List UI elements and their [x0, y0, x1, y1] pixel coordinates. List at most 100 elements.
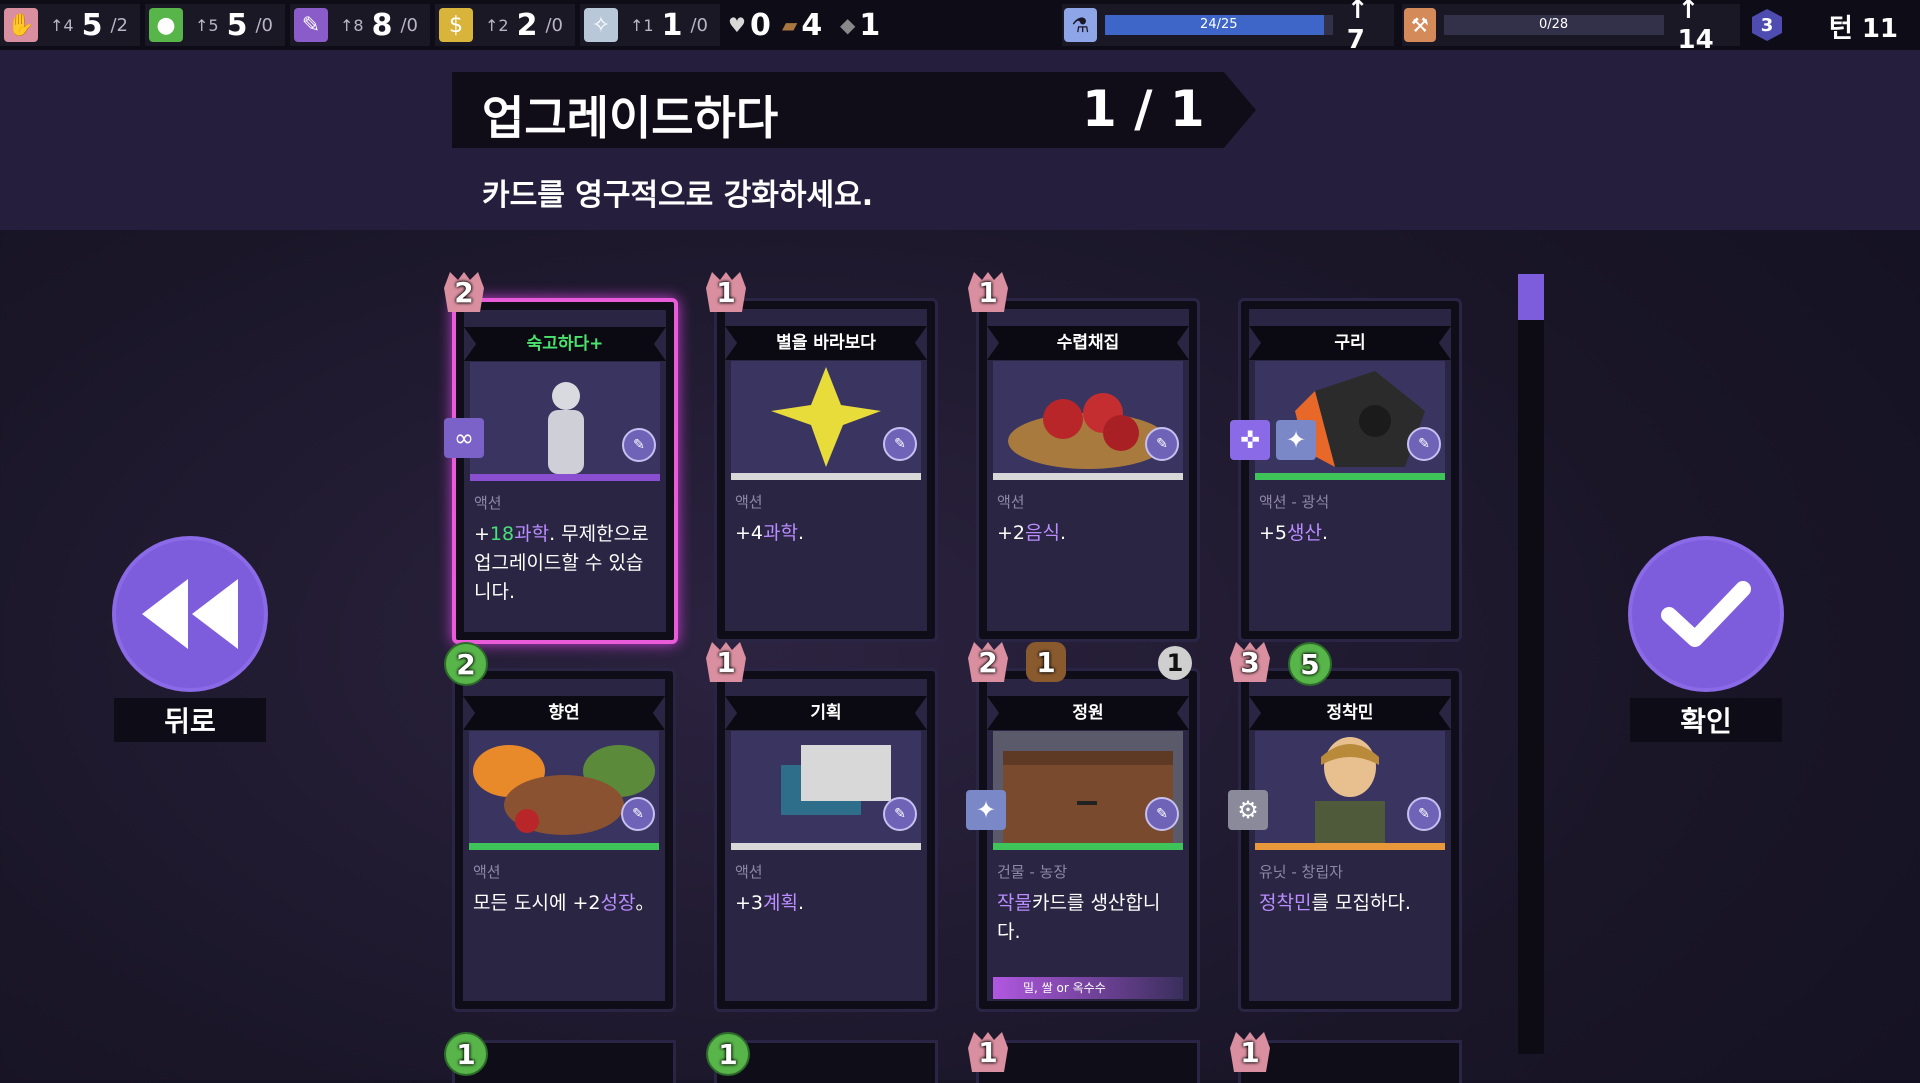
upgrade-card[interactable]: 숙고하다+ ✎ 액션 +18과학. 무제한으로 업그레이드할 수 있습니다.	[452, 298, 678, 644]
resource-bar: ✋ ↑4 5 /2 ● ↑5 5 /0 ✎ ↑8 8 /0 $ ↑2 2 /0 …	[0, 0, 1920, 55]
upgrade-card[interactable]: 향연 ✎ 액션 모든 도시에 +2성장。	[452, 668, 676, 1012]
card-type-icon: ✎	[1145, 797, 1179, 831]
back-button[interactable]	[116, 540, 264, 688]
card-type-icon: ✎	[1145, 427, 1179, 461]
production-progress: ⚒ 0/28 ↑ 14	[1402, 0, 1740, 55]
upgrade-card[interactable]	[1238, 1040, 1462, 1083]
card-type-icon: ✎	[883, 797, 917, 831]
hand-cost-icon: 1	[968, 1032, 1008, 1072]
card-desc-part: +	[474, 523, 490, 545]
dove-icon: ✧	[584, 8, 618, 42]
hand-resource: ✋ ↑4 5 /2	[0, 4, 140, 46]
science-income: ↑ 7	[1346, 0, 1369, 55]
page-subtitle: 카드를 영구적으로 강화하세요.	[482, 178, 874, 213]
infinity-icon: ∞	[444, 418, 484, 458]
card-desc-part: .	[797, 522, 805, 544]
card-desc-part: +5	[1259, 522, 1288, 544]
card-type: 액션	[473, 863, 501, 881]
upgrade-card[interactable]: 구리 ✎ 액션 - 광석 +5생산.	[1238, 298, 1462, 642]
card-desc-part: 를 모집하다.	[1311, 892, 1411, 914]
food-limit: /0	[255, 14, 273, 36]
science-bar-label: 24/25	[1200, 17, 1238, 32]
card-desc-part: 과학	[763, 522, 798, 544]
hand-value: 5	[81, 7, 103, 43]
card-name: 숙고하다+	[464, 327, 666, 361]
scrollbar-track[interactable]	[1518, 274, 1544, 1054]
card-stripe	[470, 474, 660, 481]
plan-resource: ✎ ↑8 8 /0	[290, 4, 430, 46]
card-stripe	[1255, 843, 1445, 850]
food-income: ↑5	[195, 15, 219, 35]
feather-icon: ✎	[294, 8, 328, 42]
confirm-button-label[interactable]: 확인	[1630, 698, 1782, 742]
card-stripe	[731, 473, 921, 480]
upgrade-header: 업그레이드하다 1 / 1 카드를 영구적으로 강화하세요.	[0, 50, 1920, 230]
card-name: 구리	[1249, 326, 1451, 360]
card-desc-part: 과학	[514, 523, 550, 545]
card-desc-part: 모든 도시에 +2	[473, 892, 601, 914]
plan-income: ↑8	[340, 15, 364, 35]
back-button-label[interactable]: 뒤로	[114, 698, 266, 742]
card-type: 액션	[997, 493, 1025, 511]
card-name: 기획	[725, 696, 927, 730]
hammer-icon: ⚒	[1404, 8, 1436, 42]
card-desc-part: 음식	[1025, 522, 1060, 544]
upgrade-card[interactable]: 기획 ✎ 액션 +3계획.	[714, 668, 938, 1012]
card-desc-part: .	[1321, 522, 1329, 544]
card-name: 정착민	[1249, 696, 1451, 730]
card-stripe	[469, 843, 659, 850]
confirm-button[interactable]	[1632, 540, 1780, 688]
card-description: +3계획.	[735, 889, 921, 918]
hand-limit: /2	[110, 14, 128, 36]
stone-value: 1	[859, 7, 881, 43]
card-type-icon: ✎	[1407, 427, 1441, 461]
faith-value: 1	[661, 7, 683, 43]
hand-cost-icon: 2	[444, 272, 484, 312]
card-desc-part: .	[1059, 522, 1067, 544]
stone-resource: ◆ 1	[840, 4, 880, 46]
upgrade-card[interactable]: 정착민 ✎ 유닛 - 창립자 정착민를 모집하다.	[1238, 668, 1462, 1012]
card-description: 정착민를 모집하다.	[1259, 889, 1445, 918]
card-desc-part: .	[797, 892, 805, 914]
card-desc-part: 계획	[763, 892, 798, 914]
card-desc-part: +4	[735, 522, 764, 544]
plan-limit: /0	[400, 14, 418, 36]
card-description: +2음식.	[997, 519, 1183, 548]
faith-resource: ✧ ↑1 1 /0	[580, 4, 720, 46]
gem-resource: ♥ 0	[728, 4, 771, 46]
card-desc-part: +3	[735, 892, 764, 914]
card-name: 수렵채집	[987, 326, 1189, 360]
upgrade-card[interactable]: 별을 바라보다 ✎ 액션 +4과학.	[714, 298, 938, 642]
gear-shard-icon: ⚙	[1228, 790, 1268, 830]
card-desc-part: +2	[997, 522, 1026, 544]
rewind-icon	[142, 579, 238, 649]
hex-badge[interactable]: 3	[1752, 9, 1782, 41]
wood-resource: ▰ 4	[782, 4, 822, 46]
apple-cost-icon: 1	[444, 1032, 488, 1076]
upgrade-card[interactable]: 정원 ✎ 건물 - 농장 작물카드를 생산합니다. 밀, 쌀 or 옥수수	[976, 668, 1200, 1012]
card-desc-part: 。	[635, 892, 655, 914]
card-name: 향연	[463, 696, 665, 730]
hand-cost-icon: 3	[1230, 642, 1270, 682]
card-desc-part: 성장	[600, 892, 636, 914]
card-type-icon: ✎	[621, 797, 655, 831]
upgrade-card[interactable]	[976, 1040, 1200, 1083]
scrollbar-thumb[interactable]	[1518, 274, 1544, 320]
apple-cost-icon: 1	[706, 1032, 750, 1076]
checkmark-icon	[1661, 581, 1751, 647]
hand-cost-icon: 1	[968, 272, 1008, 312]
upgrade-card[interactable]: 수렵채집 ✎ 액션 +2음식.	[976, 298, 1200, 642]
card-description: 모든 도시에 +2성장。	[473, 889, 659, 918]
wood-cost-icon: 1	[1026, 642, 1066, 682]
faith-income: ↑1	[630, 15, 654, 35]
card-type: 액션	[735, 863, 763, 881]
card-desc-part: 생산	[1287, 522, 1322, 544]
gold-limit: /0	[545, 14, 563, 36]
wood-icon: ▰	[782, 13, 798, 37]
hand-cost-icon: 1	[706, 642, 746, 682]
faith-limit: /0	[690, 14, 708, 36]
card-type: 액션	[735, 493, 763, 511]
gold-resource: $ ↑2 2 /0	[435, 4, 575, 46]
food-resource: ● ↑5 5 /0	[145, 4, 285, 46]
card-description: +18과학. 무제한으로 업그레이드할 수 있습니다.	[474, 520, 660, 607]
